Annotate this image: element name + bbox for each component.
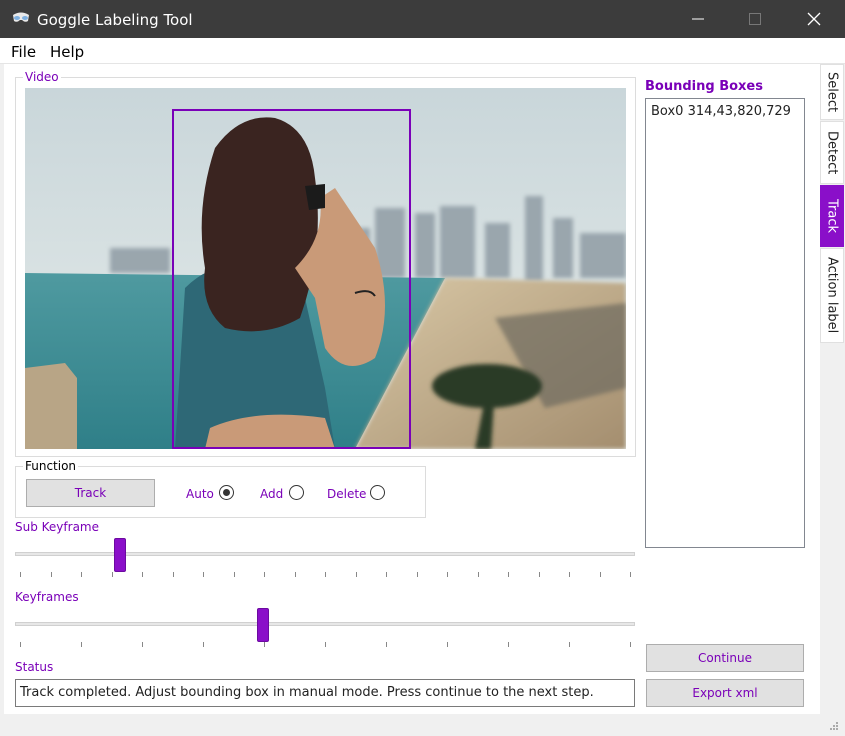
keyframes-track[interactable] xyxy=(15,622,635,626)
minimize-button[interactable] xyxy=(670,0,726,38)
sub-keyframe-handle[interactable] xyxy=(114,538,127,572)
list-item[interactable]: Box0 314,43,820,729 xyxy=(651,104,799,119)
minimize-icon xyxy=(692,18,704,20)
bottom-strip xyxy=(0,714,845,736)
slider-tick xyxy=(142,642,143,647)
radio-auto[interactable] xyxy=(219,485,234,500)
radio-delete[interactable] xyxy=(370,485,385,500)
slider-tick xyxy=(203,572,204,577)
slider-tick xyxy=(325,572,326,577)
menu-help[interactable]: Help xyxy=(50,43,84,61)
tab-action-label-text: Action label xyxy=(824,257,840,334)
slider-tick xyxy=(630,642,631,647)
video-group-title: Video xyxy=(23,70,61,84)
tab-select[interactable]: Select xyxy=(820,64,844,120)
window-title: Goggle Labeling Tool xyxy=(37,11,193,29)
track-button[interactable]: Track xyxy=(26,479,155,507)
continue-button[interactable]: Continue xyxy=(646,644,804,672)
slider-tick xyxy=(508,642,509,647)
slider-tick xyxy=(203,642,204,647)
slider-tick xyxy=(569,572,570,577)
slider-tick xyxy=(599,572,601,577)
slider-tick xyxy=(325,642,326,647)
slider-tick xyxy=(81,642,82,647)
slider-tick xyxy=(447,572,448,577)
slider-tick xyxy=(416,572,418,577)
close-button[interactable] xyxy=(786,0,842,38)
status-label: Status xyxy=(15,660,54,674)
menu-bar: File Help xyxy=(0,38,845,64)
slider-tick xyxy=(477,572,479,577)
slider-tick xyxy=(264,642,265,647)
radio-add[interactable] xyxy=(289,485,304,500)
tab-track-label: Track xyxy=(824,198,840,234)
radio-delete-label: Delete xyxy=(327,487,367,501)
video-frame[interactable] xyxy=(25,88,626,449)
slider-tick xyxy=(264,572,265,577)
slider-tick xyxy=(508,572,509,577)
title-bar: Goggle Labeling Tool xyxy=(0,0,845,38)
slider-tick xyxy=(538,572,540,577)
bounding-boxes-title: Bounding Boxes xyxy=(645,79,763,94)
tab-detect-label: Detect xyxy=(824,130,840,175)
tab-detect[interactable]: Detect xyxy=(820,121,844,184)
slider-tick xyxy=(233,572,235,577)
goggles-icon xyxy=(13,12,29,22)
tab-track[interactable]: Track xyxy=(820,185,844,247)
slider-tick xyxy=(142,572,143,577)
export-xml-button[interactable]: Export xml xyxy=(646,679,804,707)
slider-tick xyxy=(50,572,52,577)
status-text: Track completed. Adjust bounding box in … xyxy=(20,685,594,700)
function-group-title: Function xyxy=(23,459,79,473)
keyframes-label: Keyframes xyxy=(15,590,79,604)
slider-tick xyxy=(355,572,357,577)
bounding-boxes-list[interactable]: Box0 314,43,820,729 xyxy=(645,98,805,548)
tab-select-label: Select xyxy=(824,71,840,113)
slider-tick xyxy=(630,572,631,577)
sub-keyframe-track[interactable] xyxy=(15,552,635,556)
status-field[interactable]: Track completed. Adjust bounding box in … xyxy=(15,679,635,707)
radio-add-label: Add xyxy=(260,487,284,501)
slider-tick xyxy=(386,572,387,577)
resize-grip-icon[interactable] xyxy=(828,720,840,732)
slider-tick xyxy=(569,642,570,647)
side-tabs: Select Detect Track Action label xyxy=(820,64,845,714)
menu-file[interactable]: File xyxy=(11,43,36,61)
radio-auto-label: Auto xyxy=(186,487,214,501)
slider-tick xyxy=(447,642,448,647)
close-icon xyxy=(807,12,821,26)
sub-keyframe-label: Sub Keyframe xyxy=(15,520,99,534)
maximize-icon xyxy=(749,13,761,25)
slider-tick xyxy=(20,572,21,577)
slider-tick xyxy=(386,642,387,647)
slider-tick xyxy=(172,572,174,577)
slider-tick xyxy=(111,572,113,577)
slider-tick xyxy=(81,572,82,577)
tab-action-label[interactable]: Action label xyxy=(820,248,844,343)
keyframes-handle[interactable] xyxy=(257,608,269,642)
slider-tick xyxy=(20,642,21,647)
slider-tick xyxy=(294,572,296,577)
maximize-button[interactable] xyxy=(727,0,783,38)
